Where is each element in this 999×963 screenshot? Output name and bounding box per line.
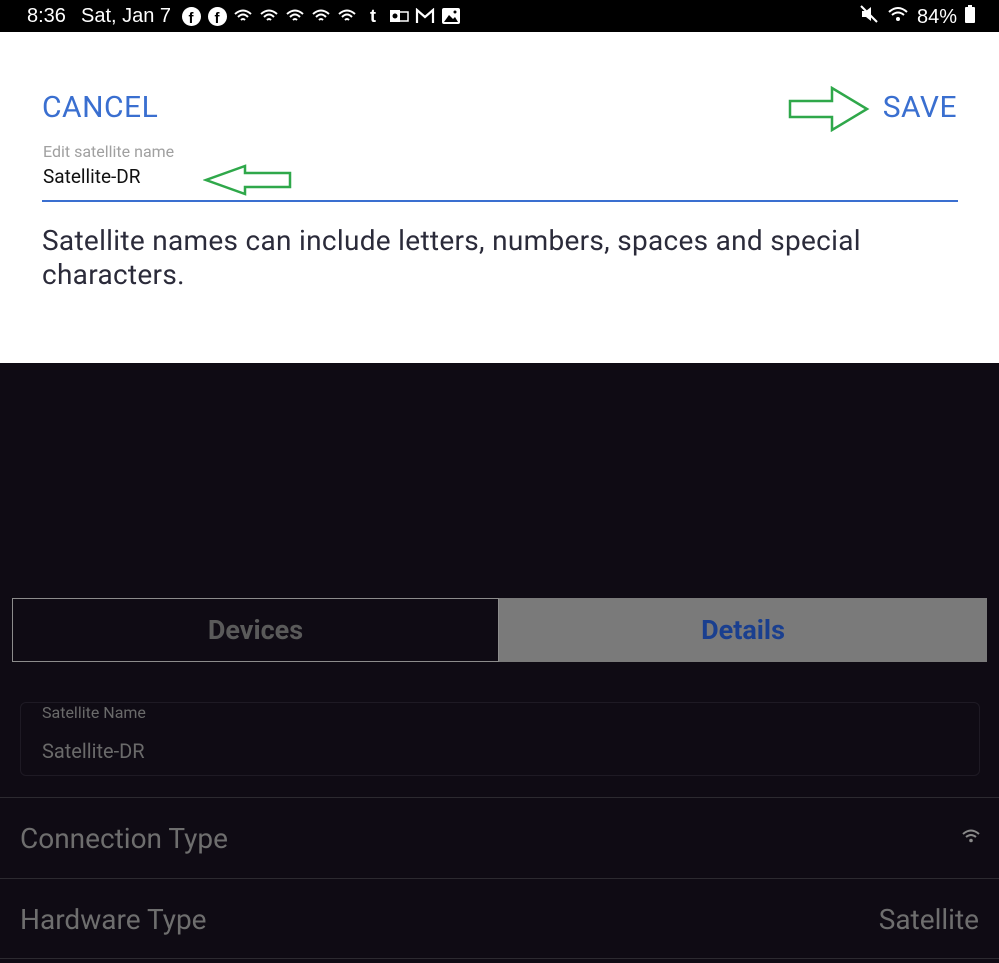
hardware-type-label: Hardware Type (20, 903, 207, 936)
satellite-name-label: Satellite Name (42, 703, 146, 722)
gallery-icon (441, 6, 461, 26)
wifi-icon (887, 5, 909, 29)
edit-name-label: Edit satellite name (43, 142, 175, 161)
mute-icon (859, 5, 879, 29)
facebook-icon: f (181, 6, 201, 26)
wifi-icon (337, 6, 357, 26)
battery-percent: 84% (916, 5, 957, 28)
battery-icon (965, 5, 975, 29)
wifi-icon (285, 6, 305, 26)
system-icons: 84% (859, 5, 975, 29)
tab-devices[interactable]: Devices (12, 598, 499, 662)
outlook-icon (389, 6, 409, 26)
wifi-icon (962, 828, 980, 847)
connection-type-label: Connection Type (20, 822, 228, 855)
hardware-type-row[interactable]: Hardware Type Satellite (0, 878, 999, 959)
satellite-name-input[interactable] (42, 160, 958, 202)
annotation-arrow-left-icon (203, 164, 292, 196)
satellite-name-field[interactable]: Satellite Name Satellite-DR (20, 702, 980, 776)
helper-text: Satellite names can include letters, num… (42, 224, 861, 291)
notification-icons: f f t (181, 6, 461, 26)
annotation-arrow-right-icon (788, 86, 870, 132)
gmail-icon (415, 6, 435, 26)
cancel-button[interactable]: CANCEL (42, 90, 158, 125)
wifi-icon (233, 6, 253, 26)
wifi-icon (311, 6, 331, 26)
save-button[interactable]: SAVE (883, 90, 957, 125)
satellite-name-value: Satellite-DR (42, 739, 145, 763)
status-date: Sat, Jan 7 (81, 5, 172, 27)
tumblr-icon: t (370, 6, 376, 26)
hardware-type-value: Satellite (878, 903, 979, 936)
connection-type-row[interactable]: Connection Type (0, 797, 999, 878)
wifi-icon (259, 6, 279, 26)
edit-name-dialog: CANCEL SAVE Edit satellite name Satellit… (0, 32, 999, 363)
tab-bar: Devices Details (12, 598, 987, 662)
status-bar: 8:36 Sat, Jan 7 f f t 84% (0, 0, 999, 32)
status-time: 8:36 (27, 5, 66, 27)
facebook-icon: f (207, 6, 227, 26)
tab-details[interactable]: Details (499, 598, 987, 662)
